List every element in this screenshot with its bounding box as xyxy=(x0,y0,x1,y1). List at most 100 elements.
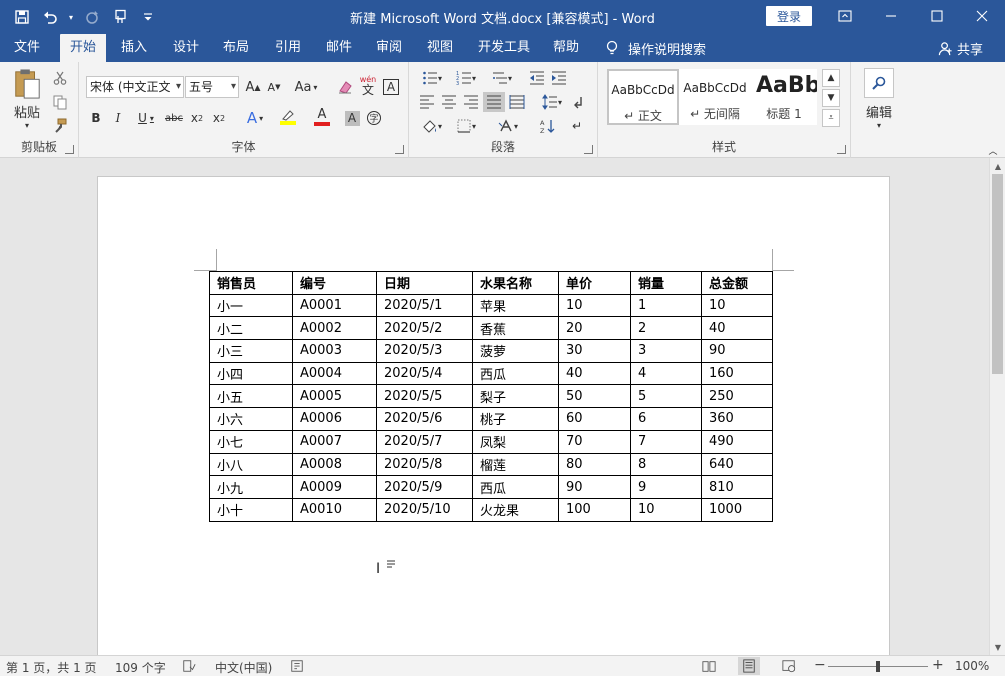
table-cell[interactable]: 810 xyxy=(701,475,773,499)
distributed-icon[interactable] xyxy=(507,92,527,112)
character-shading-icon[interactable]: A xyxy=(343,108,361,128)
justify-icon[interactable] xyxy=(483,92,505,112)
table-cell[interactable]: 90 xyxy=(558,475,631,499)
tab-design[interactable]: 设计 xyxy=(163,34,209,62)
underline-icon[interactable]: U ▾ xyxy=(131,108,161,128)
table-cell[interactable]: 2 xyxy=(630,316,702,341)
table-cell[interactable]: A0008 xyxy=(292,452,377,477)
table-cell[interactable]: 2020/5/10 xyxy=(376,497,473,522)
table-cell[interactable]: A0001 xyxy=(292,293,377,318)
tab-insert[interactable]: 插入 xyxy=(111,34,157,62)
scroll-down-icon[interactable]: ▼ xyxy=(990,640,1005,654)
align-right-icon[interactable] xyxy=(461,92,481,112)
redo-icon[interactable] xyxy=(80,6,104,28)
table-cell[interactable]: 360 xyxy=(701,407,773,431)
close-icon[interactable] xyxy=(959,0,1005,32)
phonetic-guide-button[interactable]: wén 文 xyxy=(358,74,378,98)
table-cell[interactable]: 小八 xyxy=(209,452,293,477)
table-cell[interactable]: 桃子 xyxy=(472,407,559,431)
table-cell[interactable]: 火龙果 xyxy=(472,497,559,522)
table-cell[interactable]: 6 xyxy=(630,407,702,431)
minimize-icon[interactable] xyxy=(868,0,914,32)
table-cell[interactable]: A0010 xyxy=(292,497,377,522)
sort-icon[interactable]: AZ xyxy=(537,116,557,136)
sort-para-icon[interactable] xyxy=(569,92,589,112)
styles-scroll-up-icon[interactable]: ▲ xyxy=(822,69,840,87)
undo-dropdown-icon[interactable]: ▾ xyxy=(66,6,76,28)
table-cell[interactable]: 40 xyxy=(558,361,631,386)
table-cell[interactable]: A0003 xyxy=(292,339,377,363)
language-indicator[interactable]: 中文(中国) xyxy=(215,659,272,676)
italic-icon[interactable]: I xyxy=(109,108,127,128)
header-cell[interactable]: 单价 xyxy=(558,271,631,295)
table-cell[interactable]: 2020/5/5 xyxy=(376,384,473,409)
table-cell[interactable]: 490 xyxy=(701,429,773,454)
collapse-ribbon-icon[interactable]: ︿ xyxy=(984,144,1002,157)
paragraph-launcher-icon[interactable] xyxy=(584,145,593,154)
table-cell[interactable]: 小五 xyxy=(209,384,293,409)
table-cell[interactable]: 香蕉 xyxy=(472,316,559,341)
table-cell[interactable]: 2020/5/6 xyxy=(376,407,473,431)
tell-me-search[interactable]: 操作说明搜索 xyxy=(604,34,706,62)
change-case-button[interactable]: Aa ▾ xyxy=(291,76,321,98)
bullets-icon[interactable]: ▾ xyxy=(417,68,447,88)
scroll-up-icon[interactable]: ▲ xyxy=(990,159,1005,173)
sales-table[interactable]: 销售员 编号 日期 水果名称 单价 销量 总金额 小一 A0001 2020/5/1… xyxy=(209,271,773,522)
grow-font-icon[interactable]: A ▲ xyxy=(243,76,263,98)
tab-review[interactable]: 审阅 xyxy=(366,34,412,62)
increase-indent-icon[interactable] xyxy=(549,68,569,88)
table-cell[interactable]: 20 xyxy=(558,316,631,341)
table-cell[interactable]: 西瓜 xyxy=(472,475,559,499)
borders-icon[interactable]: ▾ xyxy=(451,116,481,136)
table-cell[interactable]: 2020/5/2 xyxy=(376,316,473,341)
style-normal[interactable]: AaBbCcDd ↵ 正文 xyxy=(607,69,679,125)
font-color-button[interactable]: A xyxy=(307,106,337,128)
share-button[interactable]: 共享 xyxy=(938,34,983,62)
scroll-thumb[interactable] xyxy=(992,174,1003,374)
table-cell[interactable]: 小四 xyxy=(209,361,293,386)
table-cell[interactable]: 梨子 xyxy=(472,384,559,409)
table-cell[interactable]: 2020/5/8 xyxy=(376,452,473,477)
page-count[interactable]: 第 1 页，共 1 页 xyxy=(6,659,97,676)
decrease-indent-icon[interactable] xyxy=(527,68,547,88)
save-icon[interactable] xyxy=(10,6,34,28)
table-cell[interactable]: 小七 xyxy=(209,429,293,454)
tab-help[interactable]: 帮助 xyxy=(543,34,589,62)
highlight-color-button[interactable] xyxy=(273,106,303,128)
table-cell[interactable]: 40 xyxy=(701,316,773,341)
table-cell[interactable]: 90 xyxy=(701,339,773,363)
copy-icon[interactable] xyxy=(50,92,70,112)
zoom-out-button[interactable]: − xyxy=(814,657,826,673)
enclose-characters-icon[interactable]: 字 xyxy=(365,108,383,128)
document-page[interactable]: 销售员 编号 日期 水果名称 单价 销量 总金额 小一 A0001 2020/5/1… xyxy=(97,176,890,655)
table-cell[interactable]: 640 xyxy=(701,452,773,477)
style-no-spacing[interactable]: AaBbCcDd ↵ 无间隔 xyxy=(679,69,751,125)
bold-icon[interactable]: B xyxy=(87,108,105,128)
text-effects-icon[interactable]: A ▾ xyxy=(241,108,269,128)
table-cell[interactable]: A0007 xyxy=(292,429,377,454)
table-cell[interactable]: A0006 xyxy=(292,407,377,431)
zoom-level[interactable]: 100% xyxy=(955,659,989,673)
macro-record-icon[interactable] xyxy=(290,659,304,676)
table-cell[interactable]: 小三 xyxy=(209,339,293,363)
multilevel-list-icon[interactable]: ▾ xyxy=(487,68,517,88)
print-layout-icon[interactable] xyxy=(738,657,760,675)
table-cell[interactable]: 小六 xyxy=(209,407,293,431)
header-cell[interactable]: 销量 xyxy=(630,271,702,295)
header-cell[interactable]: 销售员 xyxy=(209,271,293,295)
zoom-slider-thumb[interactable] xyxy=(876,661,880,672)
table-cell[interactable]: 2020/5/7 xyxy=(376,429,473,454)
customize-qat-icon[interactable] xyxy=(136,6,160,28)
table-cell[interactable]: 2020/5/4 xyxy=(376,361,473,386)
tab-mailings[interactable]: 邮件 xyxy=(316,34,362,62)
zoom-in-button[interactable]: + xyxy=(932,657,944,673)
table-cell[interactable]: 1 xyxy=(630,293,702,318)
styles-more-icon[interactable]: ⩡ xyxy=(822,109,840,127)
table-cell[interactable]: 8 xyxy=(630,452,702,477)
table-cell[interactable]: 1000 xyxy=(701,497,773,522)
header-cell[interactable]: 水果名称 xyxy=(472,271,559,295)
line-spacing-icon[interactable]: ▾ xyxy=(537,92,567,112)
table-cell[interactable]: 小二 xyxy=(209,316,293,341)
table-cell[interactable]: 5 xyxy=(630,384,702,409)
table-cell[interactable]: 2020/5/3 xyxy=(376,339,473,363)
